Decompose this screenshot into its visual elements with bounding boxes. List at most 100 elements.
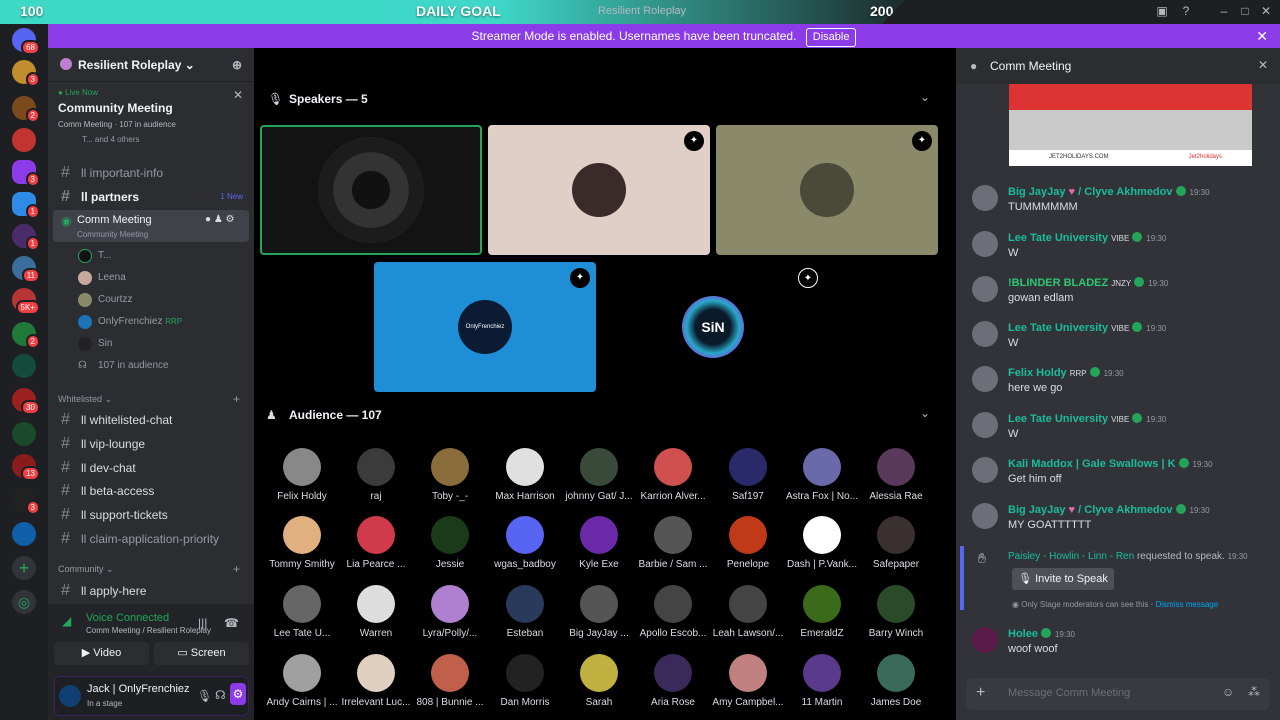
audience-member[interactable]: Toby -_-: [413, 448, 487, 502]
channel-whitelisted-chat[interactable]: # ll whitelisted-chat: [53, 409, 249, 431]
live-stage-card[interactable]: ● Live Now Community Meeting Comm Meetin…: [58, 88, 248, 154]
author-name[interactable]: Lee Tate University: [1008, 413, 1108, 425]
audience-member[interactable]: Astra Fox | No...: [785, 448, 859, 502]
close-chat-icon[interactable]: ✕: [1258, 58, 1268, 72]
audience-member[interactable]: 11 Martin: [785, 654, 859, 708]
channel-important-info[interactable]: # ll important-info: [53, 162, 249, 184]
headset-icon[interactable]: ☊: [215, 688, 226, 702]
add-channel-icon[interactable]: +: [233, 392, 240, 406]
server-icon[interactable]: [12, 522, 36, 546]
requester-name[interactable]: Paisley - Howlin - Linn - Ren: [1008, 551, 1134, 562]
voice-location[interactable]: Comm Meeting / Resilient Roleplay: [86, 626, 211, 635]
audience-member[interactable]: Felix Holdy: [265, 448, 339, 502]
stage-speaker[interactable]: Sin: [78, 334, 112, 354]
discover-icon[interactable]: ◎: [12, 590, 36, 614]
audience-member[interactable]: Barbie / Sam ...: [636, 516, 710, 570]
server-header[interactable]: Resilient Roleplay ⌄ ⊕: [48, 48, 254, 82]
audience-member[interactable]: raj: [339, 448, 413, 502]
close-window-button[interactable]: ✕: [1258, 4, 1274, 20]
author-name[interactable]: !BLINDER BLADEZ: [1008, 277, 1108, 289]
disconnect-icon[interactable]: ☎: [224, 616, 239, 630]
channel-comm-meeting[interactable]: ◉ Comm Meeting Community Meeting ● ♟ ⚙: [53, 210, 249, 242]
channel-dev-chat[interactable]: # ll dev-chat: [53, 457, 249, 479]
audience-member[interactable]: Saf197: [711, 448, 785, 502]
server-icon[interactable]: 1: [12, 224, 40, 251]
stage-speaker[interactable]: OnlyFrenchiez RRP: [78, 312, 182, 332]
stage-speaker[interactable]: Leena: [78, 268, 126, 288]
maximize-button[interactable]: □: [1237, 4, 1253, 20]
audience-member[interactable]: Esteban: [488, 585, 562, 639]
audience-member[interactable]: wgas_badboy: [488, 516, 562, 570]
dismiss-link[interactable]: Dismiss message: [1156, 600, 1219, 609]
channel-claim-application-priority[interactable]: # ll claim-application-priority: [53, 528, 249, 550]
audience-member[interactable]: Warren: [339, 585, 413, 639]
audience-member[interactable]: Tommy Smithy: [265, 516, 339, 570]
audience-member[interactable]: Amy Campbel...: [711, 654, 785, 708]
server-icon[interactable]: 2: [12, 96, 40, 123]
message-composer[interactable]: + Message Comm Meeting ☺ ⁂: [966, 678, 1270, 710]
audience-member[interactable]: Max Harrison: [488, 448, 562, 502]
home-icon[interactable]: 68: [12, 28, 40, 55]
add-attachment-icon[interactable]: +: [976, 684, 985, 702]
server-icon[interactable]: 3: [12, 60, 40, 87]
author-name[interactable]: Big JayJay: [1008, 504, 1065, 516]
audience-member[interactable]: Alessia Rae: [859, 448, 933, 502]
collapse-audience-icon[interactable]: ⌄: [920, 406, 930, 420]
inbox-icon[interactable]: ▣: [1154, 4, 1170, 20]
server-icon[interactable]: 11: [12, 256, 40, 283]
speaker-tile[interactable]: [260, 125, 482, 255]
author-name[interactable]: Felix Holdy: [1008, 367, 1067, 379]
video-button[interactable]: ▶ Video: [54, 642, 149, 665]
close-banner-icon[interactable]: ✕: [1256, 24, 1268, 48]
server-icon[interactable]: [12, 128, 36, 152]
server-icon[interactable]: 13: [12, 454, 40, 481]
author-name[interactable]: Big JayJay: [1008, 186, 1065, 198]
category-community[interactable]: Community ⌄: [58, 564, 114, 575]
stage-settings-icon[interactable]: ● ♟ ⚙: [205, 214, 235, 225]
add-channel-icon[interactable]: +: [233, 562, 240, 576]
audience-member[interactable]: Irrelevant Luc...: [339, 654, 413, 708]
add-member-icon[interactable]: ⊕: [232, 58, 242, 72]
settings-gear-icon[interactable]: ⚙: [230, 683, 246, 705]
stage-speaker[interactable]: T...: [78, 246, 111, 266]
speaker-tile[interactable]: OnlyFrenchiez ✦: [374, 262, 596, 392]
audience-member[interactable]: Andy Cairns | ...: [265, 654, 339, 708]
help-icon[interactable]: ?: [1178, 4, 1194, 20]
mic-icon[interactable]: 🎙︎: [197, 689, 212, 703]
channel-support-tickets[interactable]: # ll support-tickets: [53, 504, 249, 526]
speaker-tile[interactable]: ✦: [488, 125, 710, 255]
close-live-icon[interactable]: ✕: [233, 88, 243, 102]
gif-embed[interactable]: JET2HOLIDAYS.COM Jet2holidays: [1009, 84, 1252, 166]
audience-member[interactable]: Dash | P.Vank...: [785, 516, 859, 570]
account-panel[interactable]: Jack | OnlyFrenchiez In a stage 🎙︎ ☊ ⚙: [54, 676, 249, 716]
channel-vip-lounge[interactable]: # ll vip-lounge: [53, 433, 249, 455]
server-icon[interactable]: 2: [12, 322, 40, 349]
audience-member[interactable]: Penelope: [711, 516, 785, 570]
author-name[interactable]: Kali Maddox | Gale Swallows | K: [1008, 458, 1176, 470]
channel-partners[interactable]: # ll partners 1 New: [53, 186, 249, 208]
message-input[interactable]: Message Comm Meeting: [1008, 687, 1130, 699]
audience-member[interactable]: Jessie: [413, 516, 487, 570]
server-icon[interactable]: 30: [12, 388, 40, 415]
server-icon-active[interactable]: 3: [12, 160, 40, 187]
audience-member[interactable]: Leah Lawson/...: [711, 585, 785, 639]
speaker-tile[interactable]: ✦: [716, 125, 938, 255]
audience-member[interactable]: Lia Pearce ...: [339, 516, 413, 570]
disable-streamer-button[interactable]: Disable: [805, 28, 857, 47]
audience-member[interactable]: EmeraldZ: [785, 585, 859, 639]
category-whitelisted[interactable]: Whitelisted ⌄: [58, 394, 112, 405]
audience-member[interactable]: Sarah: [562, 654, 636, 708]
speaker-tile[interactable]: SiN ✦ ⊘: [602, 262, 824, 392]
server-icon[interactable]: 1: [12, 192, 40, 219]
audience-member[interactable]: Kyle Exe: [562, 516, 636, 570]
add-server-icon[interactable]: +: [12, 556, 36, 580]
channel-beta-access[interactable]: # ll beta-access: [53, 480, 249, 502]
emoji-icon[interactable]: ☺: [1222, 685, 1234, 699]
author-name[interactable]: Holee: [1008, 628, 1038, 640]
minimize-button[interactable]: –: [1216, 4, 1232, 20]
server-icon[interactable]: 3: [12, 488, 40, 515]
audience-member[interactable]: Apollo Escob...: [636, 585, 710, 639]
audience-member[interactable]: James Doe: [859, 654, 933, 708]
audience-member[interactable]: Lyra/Polly/...: [413, 585, 487, 639]
audience-member[interactable]: Lee Tate U...: [265, 585, 339, 639]
